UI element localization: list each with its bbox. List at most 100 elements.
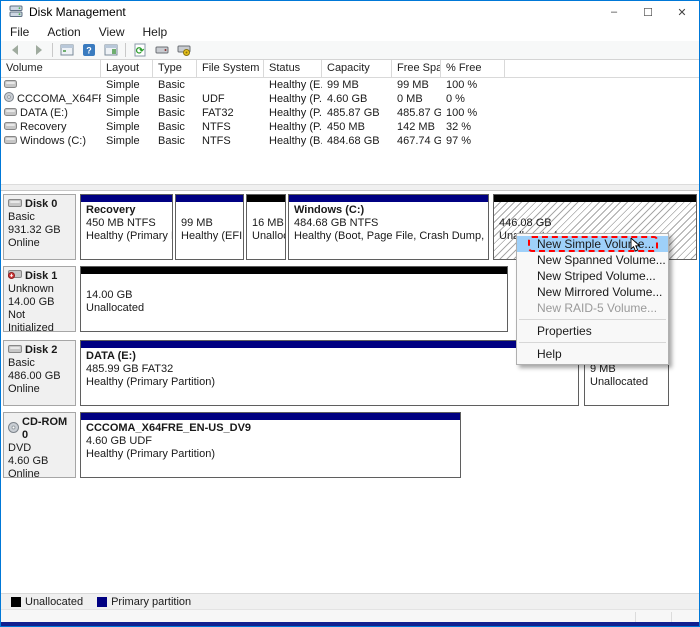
column-header-type[interactable]: Type xyxy=(153,60,197,77)
volume-fs: NTFS xyxy=(197,120,264,134)
disk-type: DVD xyxy=(8,442,71,455)
statusbar-divider xyxy=(671,612,672,622)
disk-icon xyxy=(8,198,22,211)
drive-icon xyxy=(4,78,17,92)
disk2-label[interactable]: Disk 2 Basic 486.00 GB Online xyxy=(3,340,76,406)
menu-separator xyxy=(519,319,666,320)
volume-row[interactable]: DATA (E:) Simple Basic FAT32 Healthy (P.… xyxy=(1,106,699,120)
toolbar-separator xyxy=(125,43,126,57)
menu-new-simple-volume[interactable]: New Simple Volume... xyxy=(517,236,668,252)
unallocated-swatch xyxy=(11,597,21,607)
menu-help[interactable]: Help xyxy=(134,23,177,41)
partition-unallocated-16mb[interactable]: 16 MB Unallocated xyxy=(246,194,286,260)
refresh-icon[interactable]: ⟳ xyxy=(129,42,151,59)
volume-capacity: 4.60 GB xyxy=(322,92,392,106)
partition-efi[interactable]: 99 MB Healthy (EFI System Partition) xyxy=(175,194,244,260)
partition-recovery[interactable]: Recovery 450 MB NTFS Healthy (Primary Pa… xyxy=(80,194,173,260)
volume-fs: UDF xyxy=(197,92,264,106)
volume-pct-free: 0 % xyxy=(441,92,505,106)
volume-pct-free: 32 % xyxy=(441,120,505,134)
volume-capacity: 450 MB xyxy=(322,120,392,134)
volume-name: CCCOMA_X64FRE... xyxy=(17,92,101,106)
column-header-filler xyxy=(505,60,699,77)
disk-icon xyxy=(8,344,22,357)
unallocated-context-menu: New Simple Volume... New Spanned Volume.… xyxy=(516,233,669,365)
menu-view[interactable]: View xyxy=(90,23,134,41)
volume-status: Healthy (E... xyxy=(264,78,322,92)
volume-status: Healthy (P... xyxy=(264,120,322,134)
column-header-volume[interactable]: Volume xyxy=(1,60,101,77)
volume-status: Healthy (P... xyxy=(264,106,322,120)
menu-file[interactable]: File xyxy=(1,23,38,41)
column-header-file-system[interactable]: File System xyxy=(197,60,264,77)
disk1-label[interactable]: Disk 1 Unknown 14.00 GB Not Initialized xyxy=(3,266,76,332)
volume-capacity: 485.87 GB xyxy=(322,106,392,120)
disk-name: Disk 0 xyxy=(25,198,57,211)
menu-help[interactable]: Help xyxy=(517,346,668,362)
volume-free: 99 MB xyxy=(392,78,441,92)
volume-name: DATA (E:) xyxy=(20,106,68,120)
disk-uninitialized-icon xyxy=(8,270,22,283)
column-header-layout[interactable]: Layout xyxy=(101,60,153,77)
volume-type: Basic xyxy=(153,92,197,106)
disc-icon xyxy=(4,92,14,106)
volume-status: Healthy (P... xyxy=(264,92,322,106)
legend-primary-partition: Primary partition xyxy=(97,596,191,608)
volume-status: Healthy (B... xyxy=(264,134,322,148)
menu-new-striped-volume[interactable]: New Striped Volume... xyxy=(517,268,668,284)
disk-status: Online xyxy=(8,383,71,396)
window-bottom-edge xyxy=(1,622,699,626)
volume-fs: NTFS xyxy=(197,134,264,148)
minimize-button[interactable]: – xyxy=(597,1,631,23)
volume-type: Basic xyxy=(153,106,197,120)
cdrom0-label[interactable]: CD-ROM 0 DVD 4.60 GB Online xyxy=(3,412,76,478)
disk-drive-icon[interactable] xyxy=(151,42,173,59)
volume-layout: Simple xyxy=(101,78,153,92)
partition-cdrom-media[interactable]: CCCOMA_X64FRE_EN-US_DV9 4.60 GB UDF Heal… xyxy=(80,412,461,478)
volume-name: Recovery xyxy=(20,120,66,134)
volume-row[interactable]: Simple Basic Healthy (E... 99 MB 99 MB 1… xyxy=(1,78,699,92)
menu-new-spanned-volume[interactable]: New Spanned Volume... xyxy=(517,252,668,268)
disk-settings-icon[interactable] xyxy=(173,42,195,59)
disk-management-window: Disk Management – ☐ ✕ File Action View H… xyxy=(0,0,700,627)
volume-row[interactable]: Windows (C:) Simple Basic NTFS Healthy (… xyxy=(1,134,699,148)
svg-text:?: ? xyxy=(86,46,92,56)
column-header-pct-free[interactable]: % Free xyxy=(441,60,505,77)
forward-icon[interactable] xyxy=(27,42,49,59)
show-action-pane-icon[interactable] xyxy=(100,42,122,59)
back-icon[interactable] xyxy=(5,42,27,59)
partition-color-bar xyxy=(289,195,488,202)
volume-row[interactable]: CCCOMA_X64FRE... Simple Basic UDF Health… xyxy=(1,92,699,106)
column-header-capacity[interactable]: Capacity xyxy=(322,60,392,77)
partition-windows-c[interactable]: Windows (C:) 484.68 GB NTFS Healthy (Boo… xyxy=(288,194,489,260)
show-console-tree-icon[interactable] xyxy=(56,42,78,59)
maximize-button[interactable]: ☐ xyxy=(631,1,665,23)
menu-action[interactable]: Action xyxy=(38,23,89,41)
menu-separator xyxy=(519,342,666,343)
partition-color-bar xyxy=(176,195,243,202)
help-icon[interactable]: ? xyxy=(78,42,100,59)
volume-row[interactable]: Recovery Simple Basic NTFS Healthy (P...… xyxy=(1,120,699,134)
drive-icon xyxy=(4,106,17,120)
disk0-label[interactable]: Disk 0 Basic 931.32 GB Online xyxy=(3,194,76,260)
menu-new-mirrored-volume[interactable]: New Mirrored Volume... xyxy=(517,284,668,300)
disk-type: Basic xyxy=(8,211,71,224)
close-button[interactable]: ✕ xyxy=(665,1,699,23)
partition-data-e[interactable]: DATA (E:) 485.99 GB FAT32 Healthy (Prima… xyxy=(80,340,579,406)
partition-color-bar xyxy=(81,341,578,348)
volume-type: Basic xyxy=(153,78,197,92)
menu-bar: File Action View Help xyxy=(1,23,699,41)
column-header-free-space[interactable]: Free Spa... xyxy=(392,60,441,77)
disk-type: Basic xyxy=(8,357,71,370)
volume-fs: FAT32 xyxy=(197,106,264,120)
volume-list-pane: Volume Layout Type File System Status Ca… xyxy=(1,60,699,184)
column-header-status[interactable]: Status xyxy=(264,60,322,77)
menu-properties[interactable]: Properties xyxy=(517,323,668,339)
volume-type: Basic xyxy=(153,134,197,148)
disk-name: CD-ROM 0 xyxy=(22,416,71,442)
partition-unallocated-14gb[interactable]: 14.00 GB Unallocated xyxy=(80,266,508,332)
disk-name: Disk 2 xyxy=(25,344,57,357)
cdrom-icon xyxy=(8,422,19,437)
pane-splitter[interactable] xyxy=(1,184,699,191)
legend-bar: Unallocated Primary partition xyxy=(1,593,699,609)
